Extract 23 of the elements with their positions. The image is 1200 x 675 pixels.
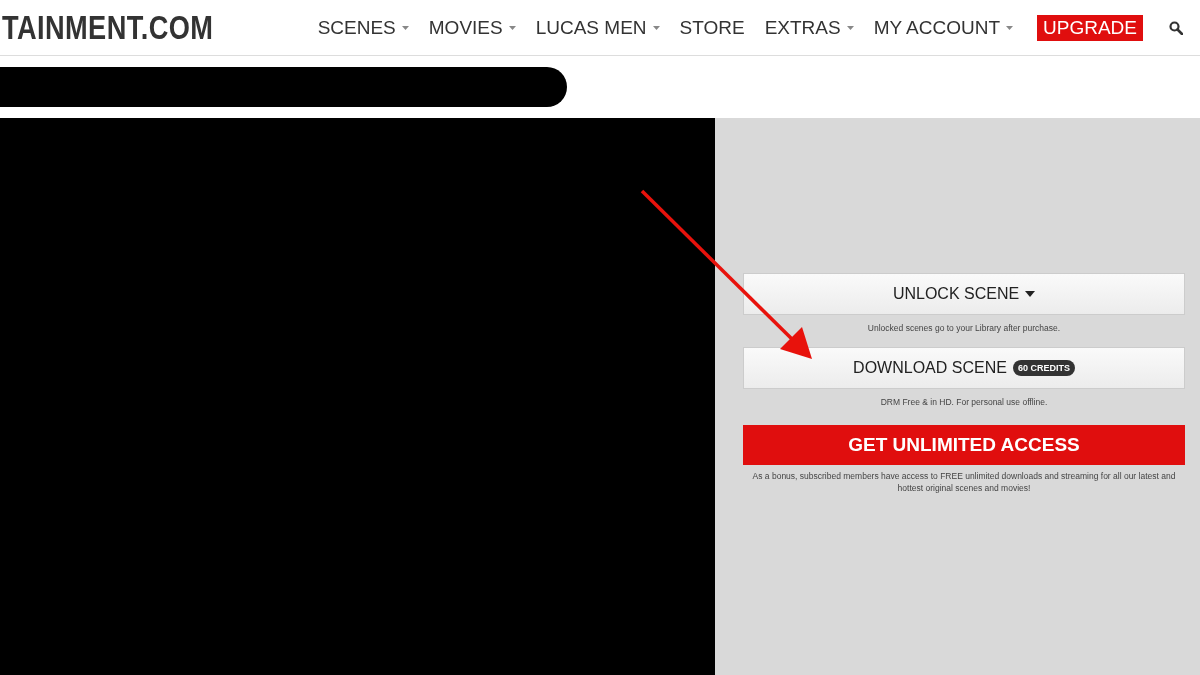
bonus-note: As a bonus, subscribed members have access to FREE unlimited downloads and streaming for all our latest and hottest original scenes and movies! [751, 470, 1177, 495]
caret-icon [1006, 25, 1014, 30]
nav-menu-item[interactable]: MY ACCOUNT [873, 16, 1014, 39]
download-label: DOWNLOAD SCENE [853, 358, 1007, 377]
caret-icon [401, 25, 409, 30]
credits-badge: 60 CREDITS [1012, 359, 1075, 376]
caret-icon [508, 25, 516, 30]
caret-icon [846, 25, 854, 30]
caret-icon [1025, 291, 1036, 297]
nav-menu-item[interactable]: MOVIES [428, 16, 516, 39]
unlock-scene-button[interactable]: UNLOCK SCENE [743, 273, 1185, 315]
unlock-note: Unlocked scenes go to your Library after purchase. [867, 323, 1061, 335]
nav-menu-item[interactable]: LUCAS MEN [535, 16, 660, 39]
get-access-button[interactable]: GET UNLIMITED ACCESS [743, 424, 1185, 465]
caret-icon [652, 25, 660, 30]
download-note: DRM Free & in HD. For personal use offline. [880, 396, 1048, 409]
upgrade-link[interactable]: UPGRADE [1037, 14, 1143, 41]
site-logo[interactable]: TAINMENT.COM [2, 8, 214, 47]
nav-menu-item[interactable]: EXTRAS [764, 16, 854, 39]
nav-link[interactable]: STORE [679, 16, 745, 39]
search-icon[interactable] [1169, 20, 1183, 35]
download-scene-button[interactable]: DOWNLOAD SCENE 60 CREDITS [743, 346, 1185, 389]
nav-menu-item[interactable]: SCENES [317, 16, 409, 39]
